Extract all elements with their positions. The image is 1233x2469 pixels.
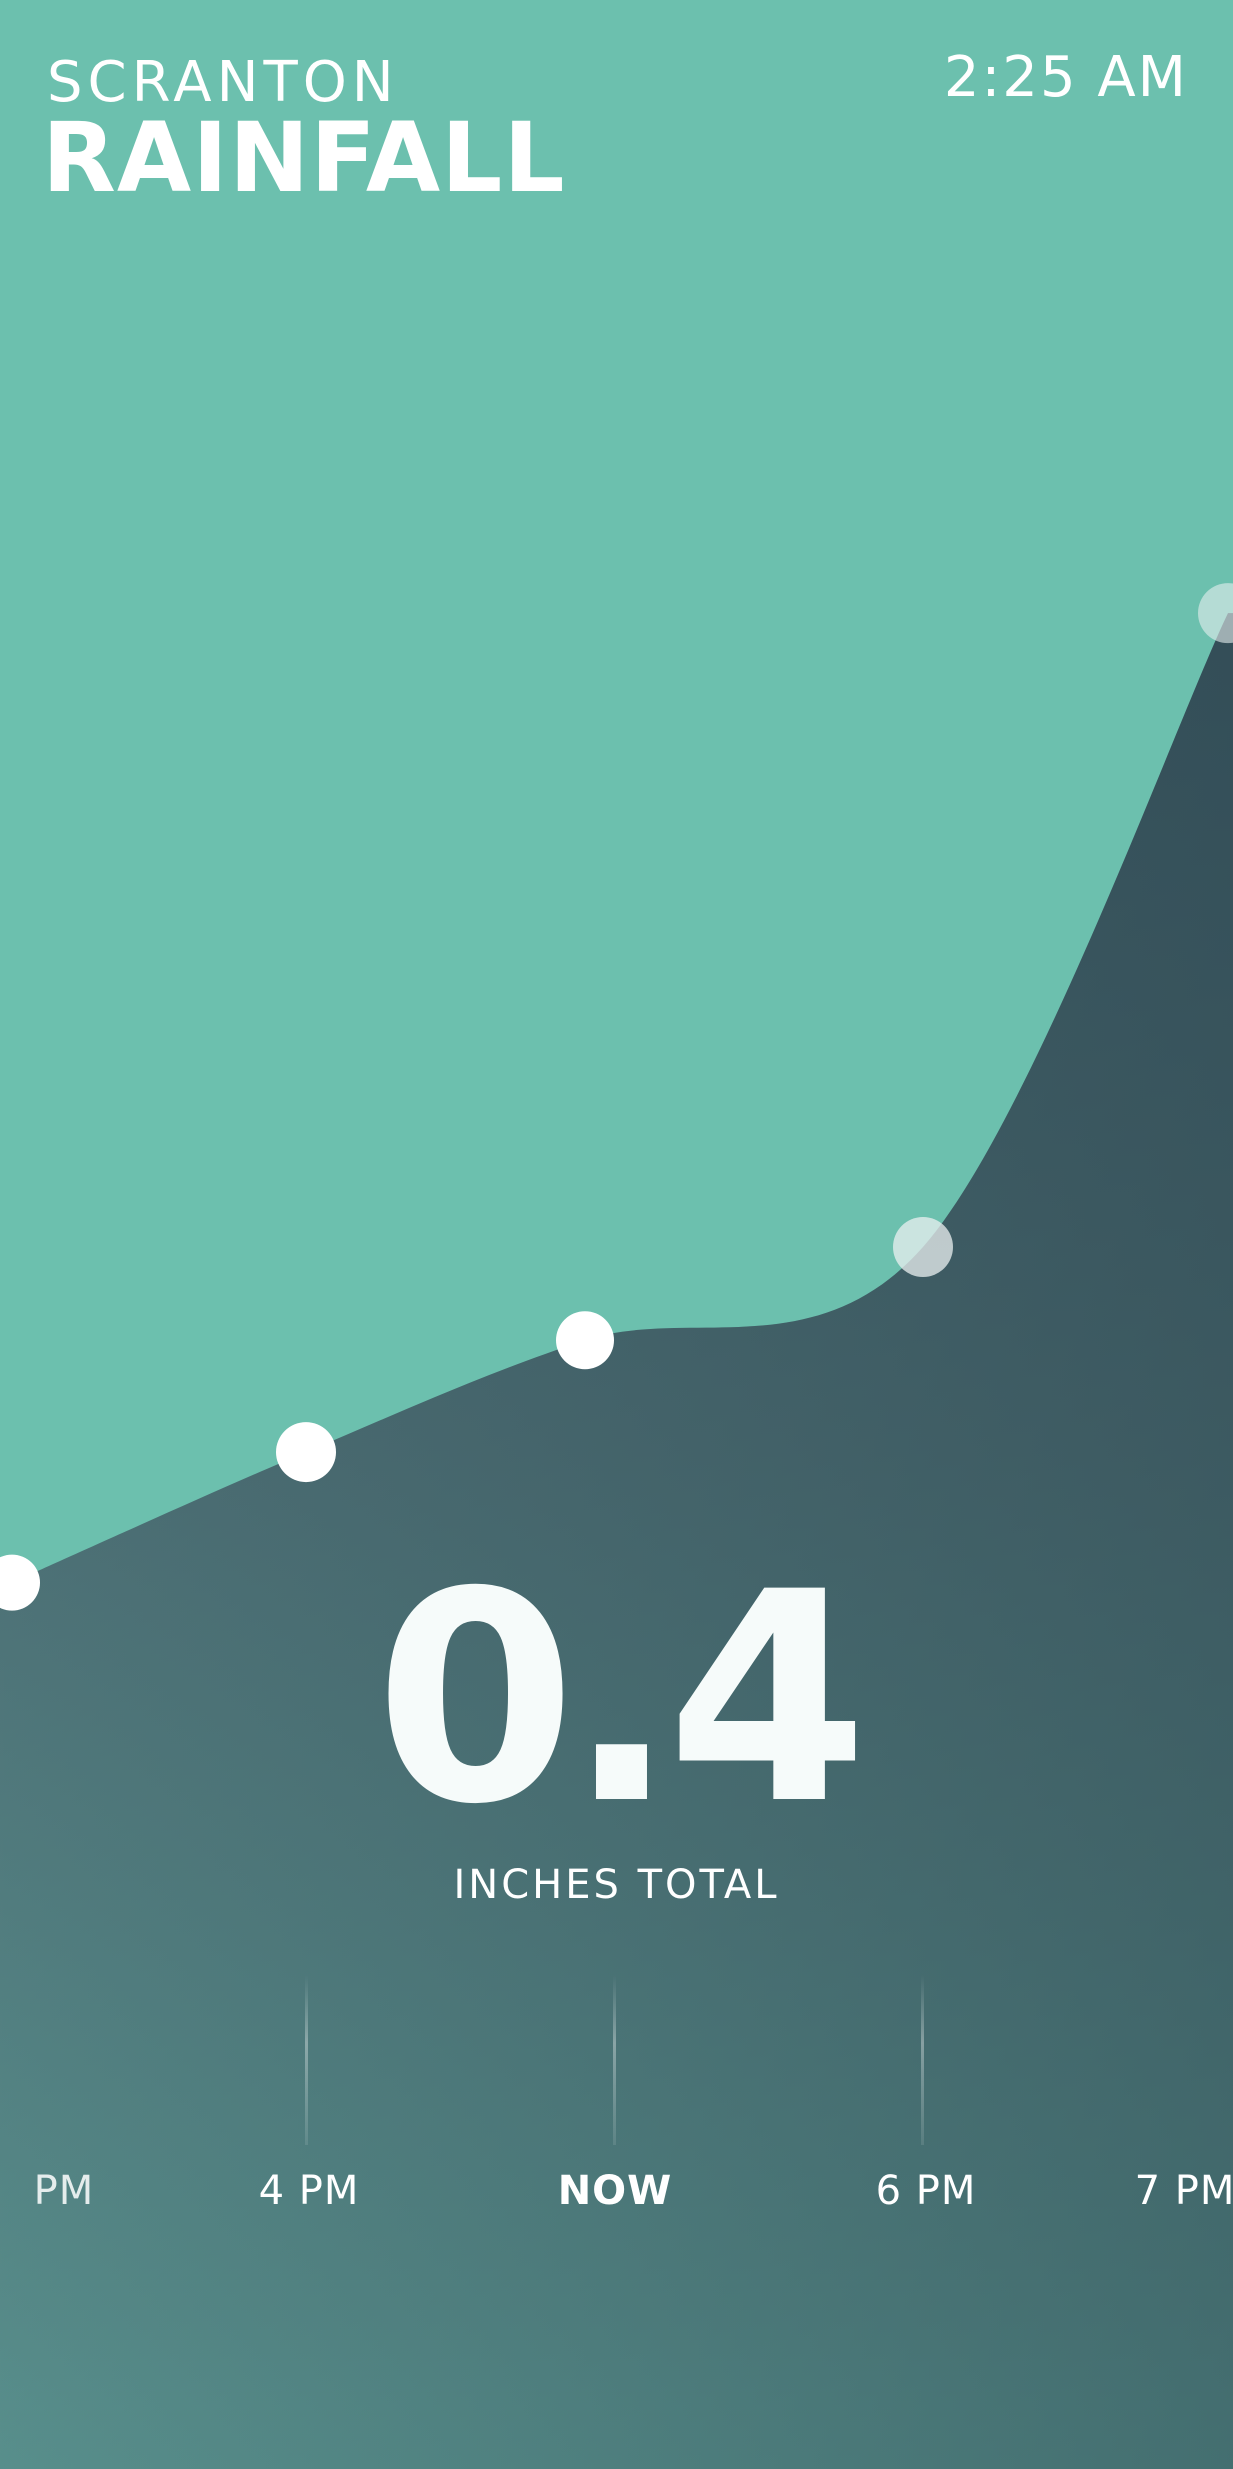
rainfall-screen: SCRANTON RAINFALL 2:25 AM 0.4 INCHES TOT… bbox=[0, 0, 1233, 2469]
time-label-4pm[interactable]: 4 PM bbox=[259, 2168, 360, 2214]
rainfall-chart bbox=[0, 583, 1233, 2469]
time-label-now[interactable]: NOW bbox=[558, 2168, 673, 2214]
data-point-7pm[interactable] bbox=[1198, 583, 1233, 644]
tick-line-6pm bbox=[921, 1975, 924, 2145]
total-rainfall-value: 0.4 bbox=[374, 1531, 869, 1868]
time-label-3pm[interactable]: PM bbox=[34, 2168, 95, 2214]
time-label-7pm[interactable]: 7 PM bbox=[1135, 2168, 1233, 2214]
total-rainfall-label: INCHES TOTAL bbox=[453, 1862, 780, 1908]
data-point-6pm[interactable] bbox=[893, 1217, 953, 1277]
data-point-4pm[interactable] bbox=[276, 1422, 336, 1483]
data-point-now[interactable] bbox=[556, 1311, 614, 1370]
time-label-6pm[interactable]: 6 PM bbox=[876, 2168, 977, 2214]
page-title: RAINFALL bbox=[42, 102, 566, 214]
tick-line-now bbox=[613, 1975, 616, 2145]
tick-line-4pm bbox=[305, 1975, 308, 2145]
current-time: 2:25 AM bbox=[943, 45, 1188, 110]
